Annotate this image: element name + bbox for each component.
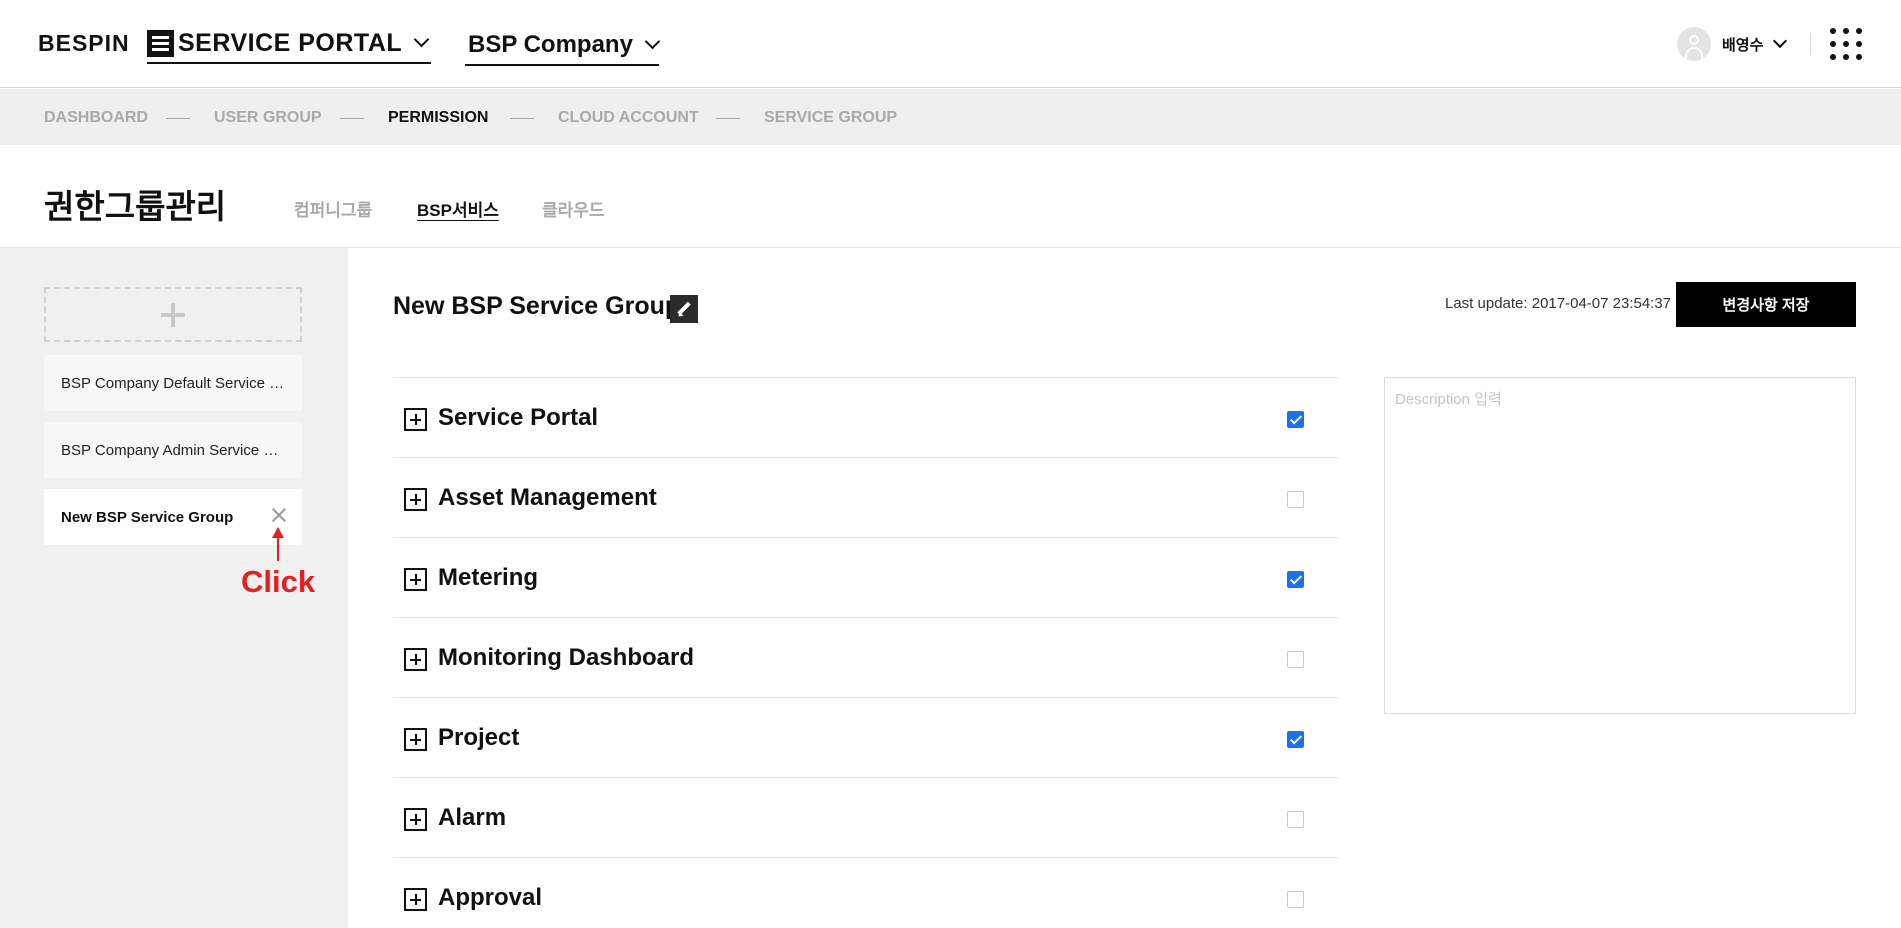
permission-label: Service Portal [438,404,599,431]
expand-plus-icon[interactable] [404,728,427,751]
permission-label: Metering [438,564,539,591]
expand-plus-icon[interactable] [404,648,427,671]
user-name: 배영수 [1722,36,1764,54]
permission-row: Project [393,698,1338,778]
chevron-down-icon [644,33,661,49]
expand-plus-icon[interactable] [404,568,427,591]
expand-plus-icon[interactable] [404,888,427,911]
permission-row: Service Portal [393,378,1338,458]
permission-list: Service Portal Asset Management Metering… [393,377,1338,928]
portal-selector-label: SERVICE PORTAL [178,28,403,57]
portal-grid-icon [147,29,174,57]
main-nav: DASHBOARD USER GROUP PERMISSION CLOUD AC… [0,89,1901,145]
nav-cloud-account[interactable]: CLOUD ACCOUNT [558,109,699,127]
nav-user-group[interactable]: USER GROUP [214,109,322,127]
nav-separator [716,118,740,119]
permission-label: Alarm [438,804,507,831]
expand-plus-icon[interactable] [404,488,427,511]
permission-checkbox[interactable] [1287,811,1304,828]
service-portal-selector[interactable]: SERVICE PORTAL [147,24,431,64]
save-changes-button[interactable]: 변경사항 저장 [1676,282,1856,327]
group-item-label: BSP Company Default Service Group [61,374,286,392]
last-update-text: Last update: 2017-04-07 23:54:37 [1445,295,1672,312]
permission-row: Asset Management [393,458,1338,538]
permission-row: Approval [393,858,1338,928]
company-selector[interactable]: BSP Company [465,26,661,66]
plus-icon [161,302,185,327]
nav-separator [510,118,534,119]
chevron-down-icon [413,31,430,47]
permission-checkbox[interactable] [1287,411,1304,428]
permission-label: Project [438,724,520,751]
group-title: New BSP Service Group [393,292,681,320]
nav-dashboard[interactable]: DASHBOARD [44,109,148,127]
permission-checkbox[interactable] [1287,571,1304,588]
group-list-item[interactable]: BSP Company Admin Service Group [44,422,302,478]
permission-row: Monitoring Dashboard [393,618,1338,698]
permission-row: Metering [393,538,1338,618]
bespin-logo[interactable]: BESPIN [38,30,130,57]
page-title: 권한그룹관리 [44,188,227,225]
permission-checkbox[interactable] [1287,491,1304,508]
permission-checkbox[interactable] [1287,651,1304,668]
tab-bsp-service[interactable]: BSP서비스 [417,196,499,221]
tab-cloud[interactable]: 클라우드 [542,196,605,221]
nav-service-group[interactable]: SERVICE GROUP [764,109,897,127]
group-list-item[interactable]: BSP Company Default Service Group [44,355,302,411]
edit-title-button[interactable] [670,295,698,323]
annotation-arrow-icon [272,527,284,561]
description-input[interactable] [1384,377,1856,714]
user-menu[interactable]: 배영수 [1677,27,1788,61]
nav-separator [340,118,364,119]
top-header: BESPIN SERVICE PORTAL BSP Company 배영수 [0,0,1901,88]
expand-plus-icon[interactable] [404,408,427,431]
group-item-label: BSP Company Admin Service Group [61,441,286,459]
avatar-icon [1677,27,1711,61]
add-group-button[interactable] [44,287,302,342]
header-divider [1810,33,1811,55]
nav-permission[interactable]: PERMISSION [388,109,488,127]
nav-separator [166,118,190,119]
group-item-label: New BSP Service Group [61,508,234,526]
permission-label: Asset Management [438,484,657,511]
permission-checkbox[interactable] [1287,731,1304,748]
permission-label: Monitoring Dashboard [438,644,694,671]
expand-plus-icon[interactable] [404,808,427,831]
permission-checkbox[interactable] [1287,891,1304,908]
permission-label: Approval [438,884,543,911]
tab-company-group[interactable]: 컴퍼니그룹 [294,196,372,221]
apps-grid-icon[interactable] [1830,28,1862,60]
delete-group-close-icon[interactable] [270,506,288,524]
annotation-click-label: Click [241,564,316,599]
company-selector-label: BSP Company [468,31,633,58]
permission-row: Alarm [393,778,1338,858]
group-list-item-selected[interactable]: New BSP Service Group [44,489,302,545]
chevron-down-icon [1773,33,1788,49]
